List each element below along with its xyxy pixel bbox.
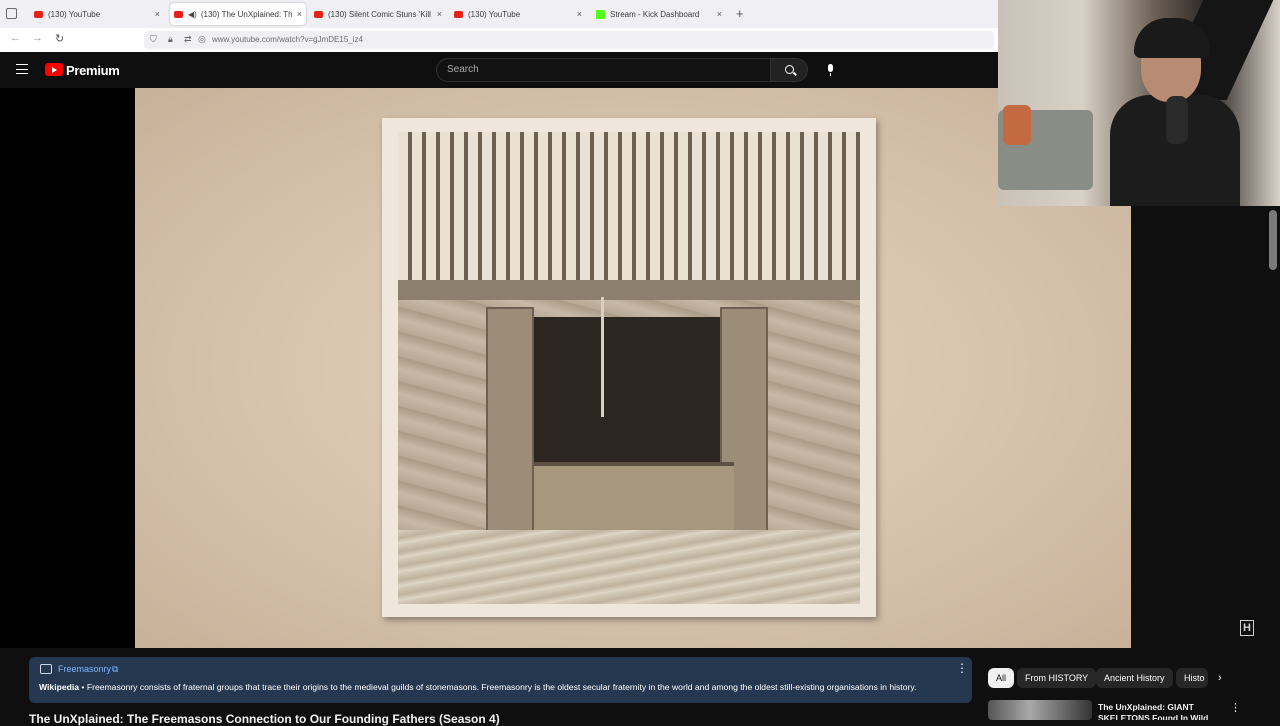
scrollbar-track[interactable] [1266,206,1280,648]
browser-tab-strip: (130) YouTube × ◀) (130) The UnXplained:… [0,0,998,28]
youtube-brand[interactable]: Premium [66,63,120,78]
hanging-rope [601,297,604,417]
tracking-icon[interactable]: ◎ [198,34,206,45]
tab-title: (130) The UnXplained: The F [200,9,293,19]
fence-rail [398,280,860,300]
external-link-icon[interactable]: ⧉ [112,664,118,675]
reload-icon[interactable]: ↻ [55,32,64,45]
menu-icon[interactable] [16,64,28,74]
search-input[interactable]: Search [436,58,770,82]
tab-close-icon[interactable]: × [717,9,722,19]
info-description: Freemasonry consists of fraternal groups… [86,682,917,692]
webcam-overlay [998,0,1280,206]
youtube-favicon-icon [454,10,463,18]
lock-icon[interactable]: 🔒︎ [168,34,173,45]
voice-search-button[interactable] [818,58,844,82]
microphone-icon [828,64,833,76]
chip-all[interactable]: All [988,668,1015,688]
video-photo-still [382,118,876,617]
door-sill [534,462,734,532]
rubble-ground [398,530,860,604]
forward-arrow-icon[interactable]: → [32,32,43,44]
shield-icon[interactable]: ⛉ [150,34,157,45]
address-bar[interactable]: ⛉ 🔒︎ ⇄ ◎ www.youtube.com/watch?v=gJmDE15… [144,31,994,49]
pillow [1003,105,1031,145]
tab-title: Stream - Kick Dashboard [610,9,700,19]
permissions-icon[interactable]: ⇄ [184,34,192,45]
scrollbar-thumb[interactable] [1269,210,1277,270]
tab-close-icon[interactable]: × [577,9,582,19]
browser-tab[interactable]: (130) Silent Comic Stuns 'Kill To × [310,3,446,25]
youtube-favicon-icon [34,10,43,18]
url-text[interactable]: www.youtube.com/watch?v=gJmDE15_iz4 [212,35,363,44]
info-source[interactable]: Wikipedia [39,682,79,692]
more-options-icon[interactable]: ⋮ [956,661,968,675]
kick-favicon-icon [596,9,605,19]
tab-title: (130) YouTube [468,9,521,19]
browser-nav-bar: ← → ↻ ⛉ 🔒︎ ⇄ ◎ www.youtube.com/watch?v=g… [0,28,998,52]
browser-tab[interactable]: Stream - Kick Dashboard × [592,3,726,25]
search-button[interactable] [770,58,808,82]
chip-from-history[interactable]: From HISTORY [1017,668,1097,688]
chevron-right-icon[interactable]: › [1218,672,1222,684]
info-panel-icon [40,664,52,674]
browser-tab[interactable]: (130) YouTube × [450,3,586,25]
browser-tab-active[interactable]: ◀) (130) The UnXplained: The F × [170,3,306,25]
microphone [1166,96,1188,144]
youtube-favicon-icon [174,10,183,18]
chip-ancient-history[interactable]: Ancient History [1096,668,1173,688]
history-watermark-icon: H [1240,620,1254,636]
tab-close-icon[interactable]: × [155,9,160,19]
door-frame-left [486,307,534,537]
picket-fence [398,132,860,280]
search-icon [785,65,794,74]
tab-title: (130) YouTube [48,9,101,19]
info-text: Wikipedia • Freemasonry consists of frat… [39,682,964,692]
info-separator: • [79,682,87,692]
chip-history[interactable]: Histo [1176,668,1208,688]
youtube-logo-icon[interactable] [45,63,63,76]
old-photograph [398,132,860,604]
info-topic-link[interactable]: Freemasonry [58,664,111,674]
tab-close-icon[interactable]: × [437,9,442,19]
more-options-icon[interactable]: ⋮ [1230,701,1241,714]
recommended-thumbnail[interactable] [988,700,1092,720]
tab-title: (130) Silent Comic Stuns 'Kill To [328,9,433,19]
youtube-favicon-icon [314,10,323,18]
info-panel [29,657,972,703]
new-tab-button[interactable]: + [736,6,744,21]
back-arrow-icon[interactable]: ← [10,32,21,44]
dark-doorway [534,317,720,467]
youtube-header: Premium Search [0,52,998,88]
video-title: The UnXplained: The Freemasons Connectio… [29,712,500,726]
tab-list-icon[interactable] [6,8,17,19]
recommended-title[interactable]: The UnXplained: GIANT SKELETONS Found In… [1098,702,1220,720]
tab-close-icon[interactable]: × [297,9,302,19]
browser-tab[interactable]: (130) YouTube × [30,3,164,25]
speaker-icon[interactable]: ◀) [188,10,197,19]
